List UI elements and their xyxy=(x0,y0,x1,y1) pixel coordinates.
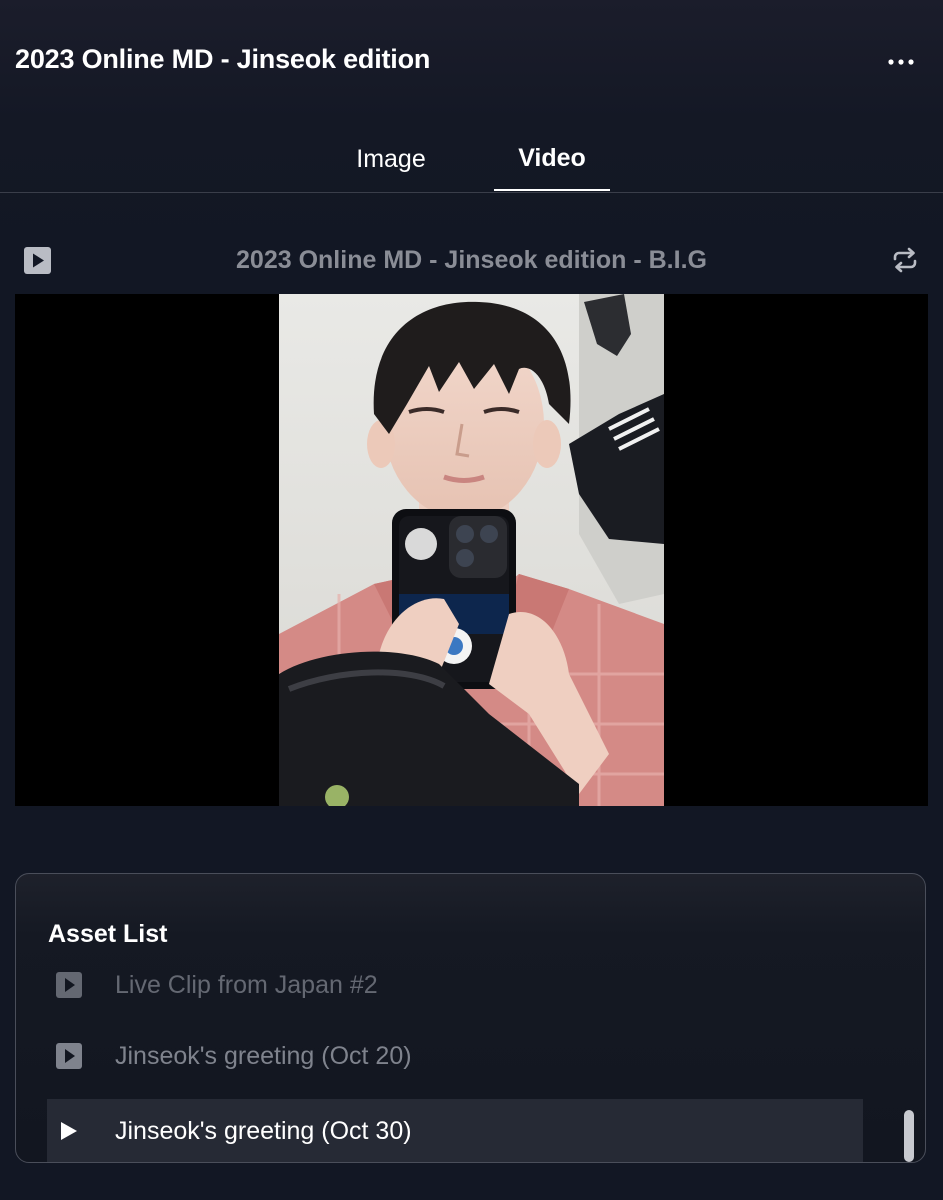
list-item-label: Jinseok's greeting (Oct 30) xyxy=(115,1116,412,1145)
page-title: 2023 Online MD - Jinseok edition xyxy=(15,44,431,74)
list-item[interactable]: Jinseok's greeting (Oct 20) xyxy=(47,1024,863,1088)
list-item-active[interactable]: Jinseok's greeting (Oct 30) xyxy=(47,1099,863,1162)
tab-bar: Image Video xyxy=(0,128,943,193)
list-item-label: Live Clip from Japan #2 xyxy=(115,970,378,999)
video-player[interactable] xyxy=(15,294,928,806)
asset-list-title: Asset List xyxy=(48,920,168,948)
tab-image[interactable]: Image xyxy=(332,128,450,191)
video-title: 2023 Online MD - Jinseok edition - B.I.G xyxy=(236,246,707,274)
ellipsis-icon xyxy=(888,59,914,65)
play-icon xyxy=(61,1122,77,1140)
list-item-label: Jinseok's greeting (Oct 20) xyxy=(115,1041,412,1070)
player-bar: 2023 Online MD - Jinseok edition - B.I.G xyxy=(0,232,943,288)
list-item[interactable]: Live Clip from Japan #2 xyxy=(47,968,863,1017)
video-thumbnail xyxy=(279,294,664,806)
play-square-icon xyxy=(56,1043,82,1069)
page: 2023 Online MD - Jinseok edition Image V… xyxy=(0,0,943,1200)
tab-video[interactable]: Video xyxy=(494,128,610,191)
scrollbar-thumb[interactable] xyxy=(904,1110,914,1162)
asset-list-panel: Asset List Live Clip from Japan #2 Jinse… xyxy=(15,873,926,1163)
asset-list[interactable]: Live Clip from Japan #2 Jinseok's greeti… xyxy=(47,968,867,1162)
repeat-icon[interactable] xyxy=(891,246,919,274)
header: 2023 Online MD - Jinseok edition xyxy=(0,0,943,128)
play-square-icon xyxy=(56,972,82,998)
more-options-button[interactable] xyxy=(881,50,921,74)
